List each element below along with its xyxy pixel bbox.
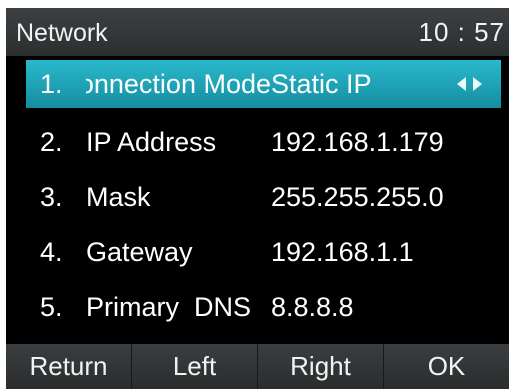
right-softkey[interactable]: Right bbox=[258, 344, 384, 389]
item-label: Gateway bbox=[86, 237, 193, 267]
item-number: 2. bbox=[40, 127, 63, 157]
item-number: 5. bbox=[40, 292, 63, 322]
lcd-display: Network 10 : 57 1. Connection Mode Stati… bbox=[6, 8, 509, 389]
option-switch-arrows[interactable] bbox=[457, 75, 489, 93]
settings-list: 1. Connection Mode Static IP 2. IP Addre… bbox=[6, 60, 509, 335]
item-value: 192.168.1.1 bbox=[271, 237, 414, 267]
item-label: Connection Mode bbox=[86, 69, 271, 99]
phone-screen: Network 10 : 57 1. Connection Mode Stati… bbox=[0, 0, 513, 389]
ok-softkey[interactable]: OK bbox=[384, 344, 509, 389]
triangle-right-icon[interactable] bbox=[473, 77, 482, 91]
page-title: Network bbox=[16, 19, 108, 47]
triangle-left-icon[interactable] bbox=[457, 77, 466, 91]
item-label: IP Address bbox=[86, 127, 217, 157]
item-value: Static IP bbox=[271, 69, 372, 99]
item-value: 192.168.1.179 bbox=[271, 127, 444, 157]
item-number: 3. bbox=[40, 182, 63, 212]
item-label: Primary DNS bbox=[86, 292, 252, 322]
title-bar: Network 10 : 57 bbox=[6, 8, 509, 56]
list-item-mask[interactable]: 3. Mask 255.255.255.0 bbox=[6, 170, 509, 225]
item-value: 255.255.255.0 bbox=[271, 182, 444, 212]
return-softkey[interactable]: Return bbox=[6, 344, 132, 389]
list-item-ip-address[interactable]: 2. IP Address 192.168.1.179 bbox=[6, 115, 509, 170]
left-softkey[interactable]: Left bbox=[132, 344, 258, 389]
item-value: 8.8.8.8 bbox=[271, 292, 354, 322]
item-number: 1. bbox=[40, 69, 63, 99]
item-number: 4. bbox=[40, 237, 63, 267]
list-item-connection-mode[interactable]: 1. Connection Mode Static IP bbox=[26, 60, 501, 108]
clock: 10 : 57 bbox=[418, 17, 505, 47]
list-item-primary-dns[interactable]: 5. Primary DNS 8.8.8.8 bbox=[6, 280, 509, 335]
softkey-bar: Return Left Right OK bbox=[6, 344, 509, 389]
list-item-gateway[interactable]: 4. Gateway 192.168.1.1 bbox=[6, 225, 509, 280]
item-label: Mask bbox=[86, 182, 151, 212]
